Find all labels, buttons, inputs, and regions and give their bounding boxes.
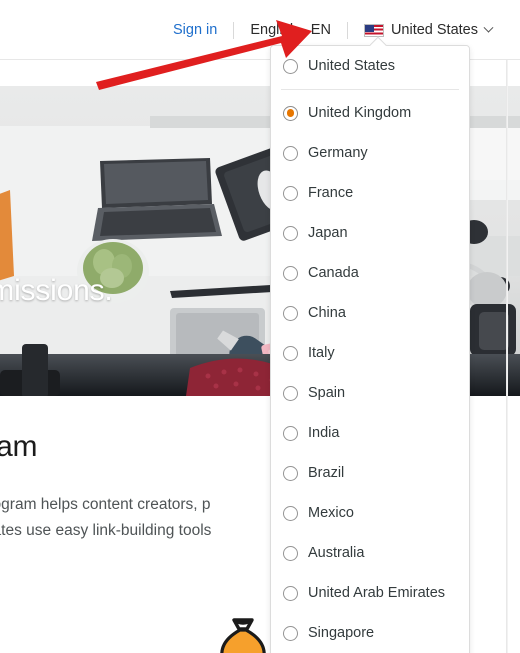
country-option-singapore[interactable]: Singapore — [271, 613, 469, 653]
country-option-canada[interactable]: Canada — [271, 253, 469, 293]
radio-button[interactable] — [283, 385, 298, 401]
money-bag-icon — [220, 618, 266, 653]
country-option-japan[interactable]: Japan — [271, 213, 469, 253]
divider — [233, 21, 235, 39]
radio-button[interactable] — [283, 625, 298, 641]
radio-button[interactable] — [283, 465, 298, 481]
country-option-label: United Arab Emirates — [308, 584, 446, 601]
country-option-label: United States — [308, 57, 396, 74]
country-option-label: France — [308, 184, 354, 201]
radio-button[interactable] — [283, 425, 298, 441]
us-flag-icon — [363, 23, 384, 37]
radio-button[interactable] — [283, 505, 298, 521]
page-right-edge — [506, 60, 508, 653]
radio-button[interactable] — [283, 185, 298, 201]
radio-button[interactable] — [283, 585, 298, 601]
sign-in-link[interactable]: Sign in — [173, 19, 217, 41]
country-option-label: Brazil — [308, 464, 345, 481]
country-option-united-arab-emirates[interactable]: United Arab Emirates — [271, 573, 469, 613]
country-option-china[interactable]: China — [271, 293, 469, 333]
country-list: United States United Kingdom Germany France… — [271, 46, 469, 653]
country-option-label: China — [308, 304, 346, 321]
country-option-united-states[interactable]: United States — [271, 46, 469, 86]
list-separator — [281, 89, 459, 90]
radio-button[interactable] — [283, 305, 298, 321]
country-option-brazil[interactable]: Brazil — [271, 453, 469, 493]
country-option-label: Mexico — [308, 504, 354, 521]
language-selector[interactable]: English - EN — [250, 19, 331, 41]
country-option-france[interactable]: France — [271, 173, 469, 213]
country-option-label: United Kingdom — [308, 104, 412, 121]
hero-headline: ommissions. — [0, 274, 113, 307]
country-option-united-kingdom[interactable]: United Kingdom — [271, 93, 469, 133]
country-option-label: Canada — [308, 264, 359, 281]
country-option-australia[interactable]: Australia — [271, 533, 469, 573]
country-option-india[interactable]: India — [271, 413, 469, 453]
chevron-down-icon — [483, 22, 494, 33]
radio-button[interactable] — [283, 225, 298, 241]
radio-button[interactable] — [283, 58, 298, 74]
dropdown-caret — [370, 36, 387, 46]
country-option-label: Singapore — [308, 624, 375, 641]
country-selector-dropdown[interactable]: United States United Kingdom Germany France… — [270, 45, 470, 653]
radio-button[interactable] — [283, 265, 298, 281]
radio-button[interactable] — [283, 145, 298, 161]
divider — [346, 21, 348, 39]
page-title: rogram — [0, 430, 38, 463]
country-option-label: Japan — [308, 224, 348, 241]
country-option-italy[interactable]: Italy — [271, 333, 469, 373]
country-option-mexico[interactable]: Mexico — [271, 493, 469, 533]
country-option-label: India — [308, 424, 340, 441]
country-option-label: Spain — [308, 384, 346, 401]
country-option-label: Australia — [308, 544, 365, 561]
country-option-label: Germany — [308, 144, 368, 161]
radio-button[interactable] — [283, 105, 298, 121]
radio-button[interactable] — [283, 545, 298, 561]
country-option-spain[interactable]: Spain — [271, 373, 469, 413]
country-option-germany[interactable]: Germany — [271, 133, 469, 173]
country-option-label: Italy — [308, 344, 335, 361]
radio-button[interactable] — [283, 345, 298, 361]
country-selector-label: United States — [390, 22, 478, 38]
